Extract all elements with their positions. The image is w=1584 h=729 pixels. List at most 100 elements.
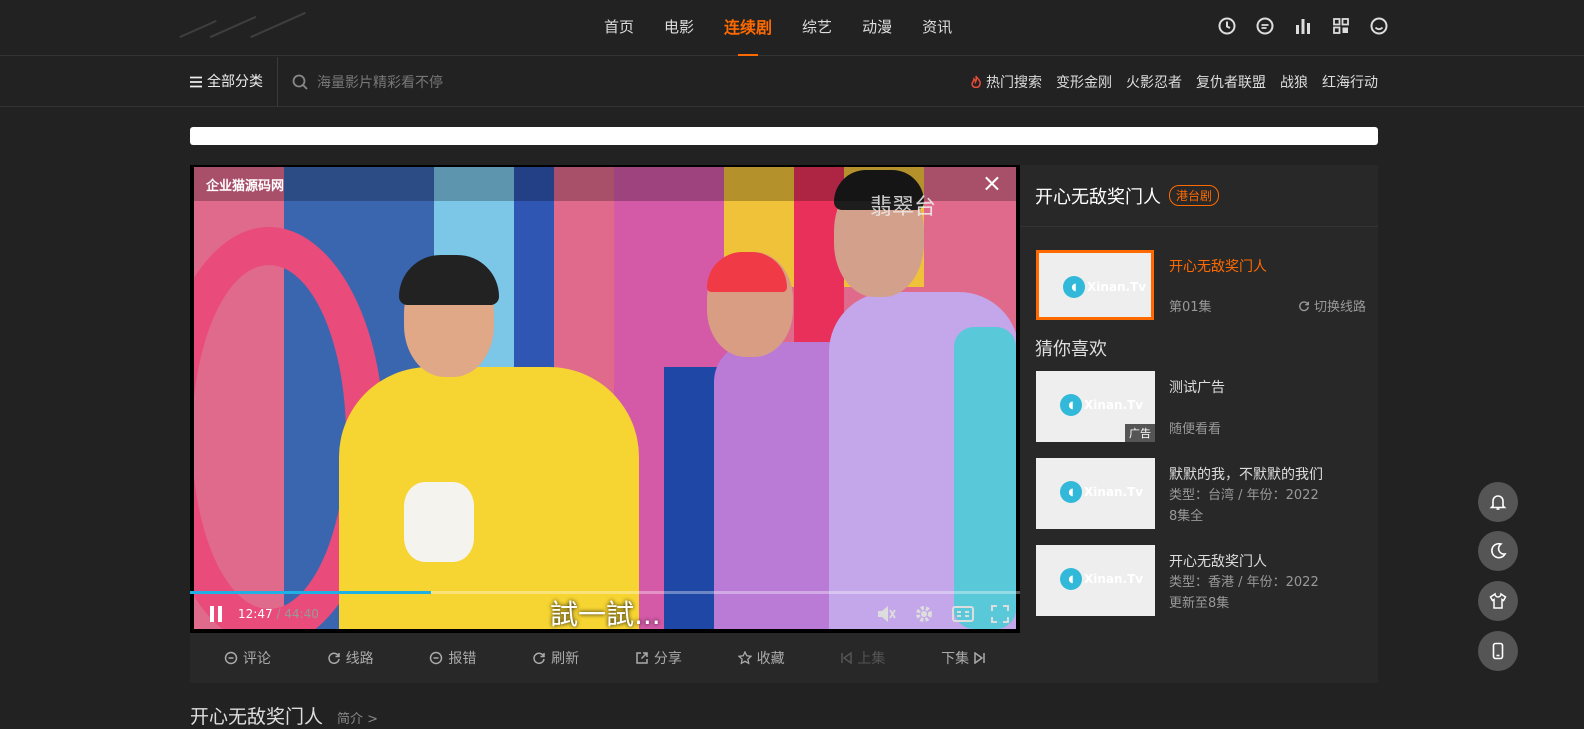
nav-movies[interactable]: 电影 [664,0,694,56]
fullscreen-icon[interactable] [990,603,1010,625]
report-button[interactable]: 报错 [429,648,476,668]
share-button[interactable]: 分享 [635,648,682,668]
nav-series[interactable]: 连续剧 [724,0,772,56]
dark-mode-button[interactable] [1478,531,1518,571]
player-right-controls [876,603,1010,625]
sidebar-header: 开心无敌奖门人 港台剧 [1020,165,1378,227]
prev-episode-button[interactable]: 上集 [840,648,885,668]
volume-icon[interactable] [876,603,896,625]
recommendation-item[interactable]: ◖ Xinan.Tv 广告 测试广告 随便看看 [1036,371,1366,443]
recommendation-item[interactable]: ◖ Xinan.Tv 开心无敌奖门人 类型：香港 / 年份：2022 更新至8集 [1036,545,1366,617]
top-icons [1218,17,1388,35]
hot-item-naruto[interactable]: 火影忍者 [1126,72,1182,92]
time-display: 12:47 / 44:40 [238,607,319,621]
recommendation-item[interactable]: ◖ Xinan.Tv 默默的我，不默默的我们 类型：台湾 / 年份：2022 8集… [1036,458,1366,530]
main-menu: 首页 电影 连续剧 综艺 动漫 资讯 [604,0,982,56]
grid-icon[interactable] [1332,17,1350,35]
menu-icon [190,76,202,88]
favorite-button[interactable]: 收藏 [737,648,785,668]
recommendation-title[interactable]: 默默的我，不默默的我们 [1169,464,1323,484]
thumbnail-watermark: ◖ Xinan.Tv [1060,394,1143,416]
pip-icon[interactable] [952,603,974,625]
recommendation-thumbnail[interactable]: ◖ Xinan.Tv [1036,458,1155,529]
recommendation-meta: 类型：香港 / 年份：2022 [1169,575,1319,590]
user-icon[interactable] [1370,17,1388,35]
bell-button[interactable] [1478,482,1518,522]
recommendation-title[interactable]: 开心无敌奖门人 [1169,551,1267,571]
hot-search-label: 热门搜索 [970,72,1042,92]
next-label: 下集 [941,651,970,667]
recommendation-status: 更新至8集 [1169,596,1230,611]
comment-label: 评论 [242,651,271,667]
next-episode-button[interactable]: 下集 [941,648,986,668]
route-label: 线路 [345,651,374,667]
hot-item-operation-red-sea[interactable]: 红海行动 [1322,72,1378,92]
hot-item-transformers[interactable]: 变形金刚 [1056,72,1112,92]
phone-icon [1492,642,1504,660]
shirt-icon [1489,592,1507,609]
nav-anime[interactable]: 动漫 [862,0,892,56]
current-title[interactable]: 开心无敌奖门人 [1169,256,1267,276]
report-label: 报错 [448,651,477,667]
prev-label: 上集 [857,651,886,667]
refresh-button[interactable]: 刷新 [532,648,579,668]
hot-item-avengers[interactable]: 复仇者联盟 [1196,72,1266,92]
progress-bar[interactable] [190,591,1020,594]
recommendation-title[interactable]: 测试广告 [1169,377,1225,397]
top-navbar: 首页 电影 连续剧 综艺 动漫 资讯 [0,0,1584,56]
settings-icon[interactable] [914,603,934,625]
intro-link[interactable]: 简介 > [337,708,378,727]
switch-route-button[interactable]: 切换线路 [1298,296,1366,315]
player-title: 企业猫源码网 [206,179,285,194]
favorite-label: 收藏 [756,651,785,667]
clock-icon[interactable] [1218,17,1236,35]
message-icon[interactable] [1256,17,1274,35]
show-title: 开心无敌奖门人 [1035,186,1161,208]
thumbnail-watermark: ◖ Xinan.Tv [1060,568,1143,590]
recommendation-status: 8集全 [1169,509,1204,524]
all-categories-button[interactable]: 全部分类 [190,57,278,107]
refresh-icon [533,652,545,665]
guess-you-like-heading: 猜你喜欢 [1035,339,1107,360]
channel-logo: 翡翠台 [870,195,937,220]
mobile-button[interactable] [1478,631,1518,671]
site-logo[interactable] [178,11,318,46]
share-icon [636,652,648,664]
report-icon [430,651,443,665]
close-icon[interactable]: × [982,169,1002,197]
nav-variety[interactable]: 综艺 [802,0,832,56]
duration: 44:40 [284,607,319,621]
bell-icon [1489,495,1507,510]
sub-navbar: 全部分类 海量影片精彩看不停 热门搜索 变形金刚 火影忍者 复仇者联盟 战狼 红… [0,57,1584,107]
search-icon[interactable] [292,74,308,90]
ranking-icon[interactable] [1294,17,1312,35]
fire-icon [971,75,981,89]
video-player[interactable]: 企业猫源码网 × 翡翠台 試一試... 12:47 / 44:40 [190,165,1020,633]
search-input[interactable]: 海量影片精彩看不停 [317,72,443,92]
nav-home[interactable]: 首页 [604,0,634,56]
player-toolbar: 评论 线路 报错 刷新 分享 收藏 上集 下集 [190,633,1020,683]
genre-tag[interactable]: 港台剧 [1169,185,1220,206]
recommendation-thumbnail[interactable]: ◖ Xinan.Tv 广告 [1036,371,1155,442]
route-button[interactable]: 线路 [327,648,374,668]
detail-title: 开心无敌奖门人 [190,706,324,728]
recommendation-thumbnail[interactable]: ◖ Xinan.Tv [1036,545,1155,616]
theme-button[interactable] [1478,581,1518,621]
current-thumbnail[interactable]: ◖ Xinan.Tv [1036,250,1154,320]
ad-badge: 广告 [1125,424,1155,442]
ad-banner[interactable] [190,127,1378,145]
nav-news[interactable]: 资讯 [922,0,952,56]
all-categories-label: 全部分类 [207,74,263,90]
sidebar: 开心无敌奖门人 港台剧 ◖ Xinan.Tv 开心无敌奖门人 第01集 切换线路 … [1020,165,1378,683]
progress-fill [190,591,431,594]
share-label: 分享 [653,651,682,667]
refresh-label: 刷新 [551,651,580,667]
current-episode[interactable]: ◖ Xinan.Tv 开心无敌奖门人 第01集 切换线路 [1036,250,1366,320]
hot-searches: 热门搜索 变形金刚 火影忍者 复仇者联盟 战狼 红海行动 [970,57,1378,107]
comment-button[interactable]: 评论 [224,648,271,668]
pause-icon[interactable] [208,605,224,623]
prev-icon [841,652,853,664]
search-box[interactable]: 海量影片精彩看不停 [292,71,443,93]
switch-route-label: 切换线路 [1313,300,1366,315]
hot-item-wolf-warrior[interactable]: 战狼 [1280,72,1308,92]
